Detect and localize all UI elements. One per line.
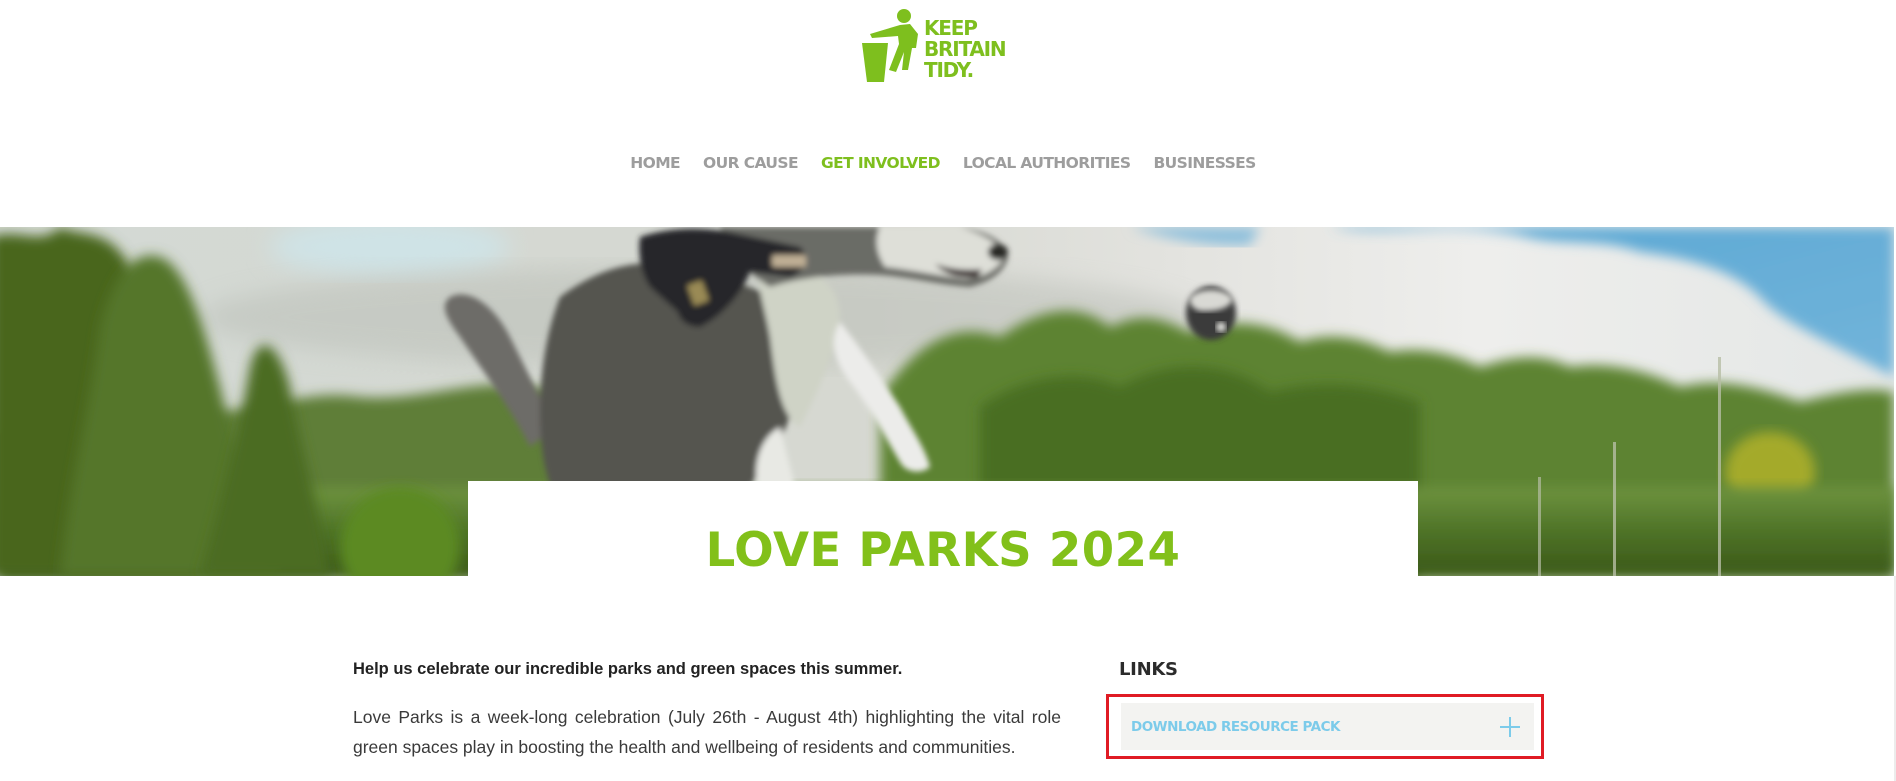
- nav-item-our-cause[interactable]: OUR CAUSE: [703, 153, 799, 173]
- logo-line-3: TIDY.: [924, 58, 973, 82]
- page-title: LOVE PARKS 2024: [705, 523, 1181, 578]
- download-resource-pack-accordion[interactable]: DOWNLOAD RESOURCE PACK: [1121, 703, 1534, 750]
- nav-item-home[interactable]: HOME: [630, 153, 680, 173]
- intro-lead: Help us celebrate our incredible parks a…: [353, 660, 903, 678]
- nav-item-businesses[interactable]: BUSINESSES: [1153, 153, 1256, 173]
- main-nav: HOME OUR CAUSE GET INVOLVED LOCAL AUTHOR…: [0, 153, 1896, 173]
- title-panel: LOVE PARKS 2024: [468, 481, 1418, 576]
- main-nav-list: HOME OUR CAUSE GET INVOLVED LOCAL AUTHOR…: [630, 153, 1256, 173]
- intro-body: Love Parks is a week-long celebration (J…: [353, 707, 1061, 757]
- site-logo[interactable]: KEEP BRITAIN TIDY.: [862, 8, 1028, 84]
- plus-icon[interactable]: [1500, 716, 1520, 737]
- nav-item-local-authorities[interactable]: LOCAL AUTHORITIES: [963, 153, 1131, 173]
- nav-item-get-involved[interactable]: GET INVOLVED: [821, 153, 941, 173]
- links-heading: LINKS: [1119, 659, 1178, 680]
- accordion-label: DOWNLOAD RESOURCE PACK: [1131, 718, 1340, 735]
- tidyman-bin-icon: KEEP BRITAIN TIDY.: [862, 9, 1007, 82]
